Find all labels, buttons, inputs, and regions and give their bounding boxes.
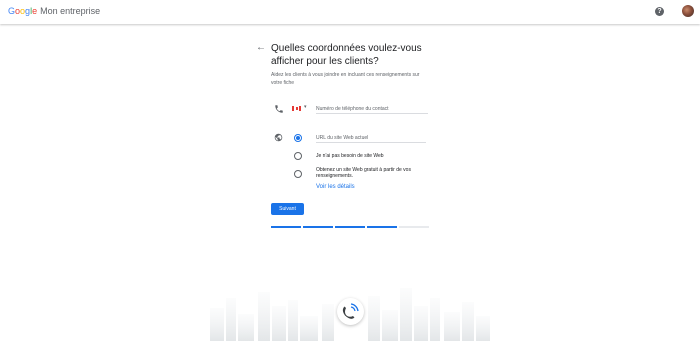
website-url-input[interactable] [316,133,426,143]
radio-current-website[interactable] [294,134,302,142]
phone-icon [275,105,283,113]
progress-bar [271,226,429,228]
phone-verification-illustration [337,298,364,325]
option-no-website-label[interactable]: Je n'ai pas besoin de site Web [316,153,384,159]
logo-letter: G [8,6,16,16]
progress-segment [335,226,365,228]
page-title: Quelles coordonnées voulez-vous afficher… [271,43,422,67]
option-free-website-label[interactable]: Obtenez un site Web gratuit à partir de … [316,167,428,179]
back-button[interactable]: ← [256,42,266,54]
phone-number-input[interactable] [316,104,428,114]
ringing-phone-icon [342,303,359,319]
progress-segment [399,226,429,228]
help-icon[interactable]: ? [655,7,664,16]
page-subtitle: Aidez les clients à vous joindre en incl… [271,72,420,86]
progress-segment [303,226,333,228]
chevron-down-icon[interactable]: ▾ [304,104,307,110]
radio-no-website[interactable] [294,152,302,160]
radio-free-website[interactable] [294,170,302,178]
arrow-back-icon: ← [256,42,266,53]
logo-letter: e [32,6,38,16]
see-details-link[interactable]: Voir les détails [316,184,355,191]
globe-icon [274,133,283,142]
flag-canada-icon[interactable] [292,106,301,111]
progress-segment [367,226,397,228]
top-bar: Google Mon entreprise ? [0,0,700,24]
avatar[interactable] [682,5,694,17]
google-my-business-logo[interactable]: Google Mon entreprise [8,6,100,17]
progress-segment [271,226,301,228]
next-button[interactable]: Suivant [271,203,304,215]
logo-product-name: Mon entreprise [40,6,101,16]
